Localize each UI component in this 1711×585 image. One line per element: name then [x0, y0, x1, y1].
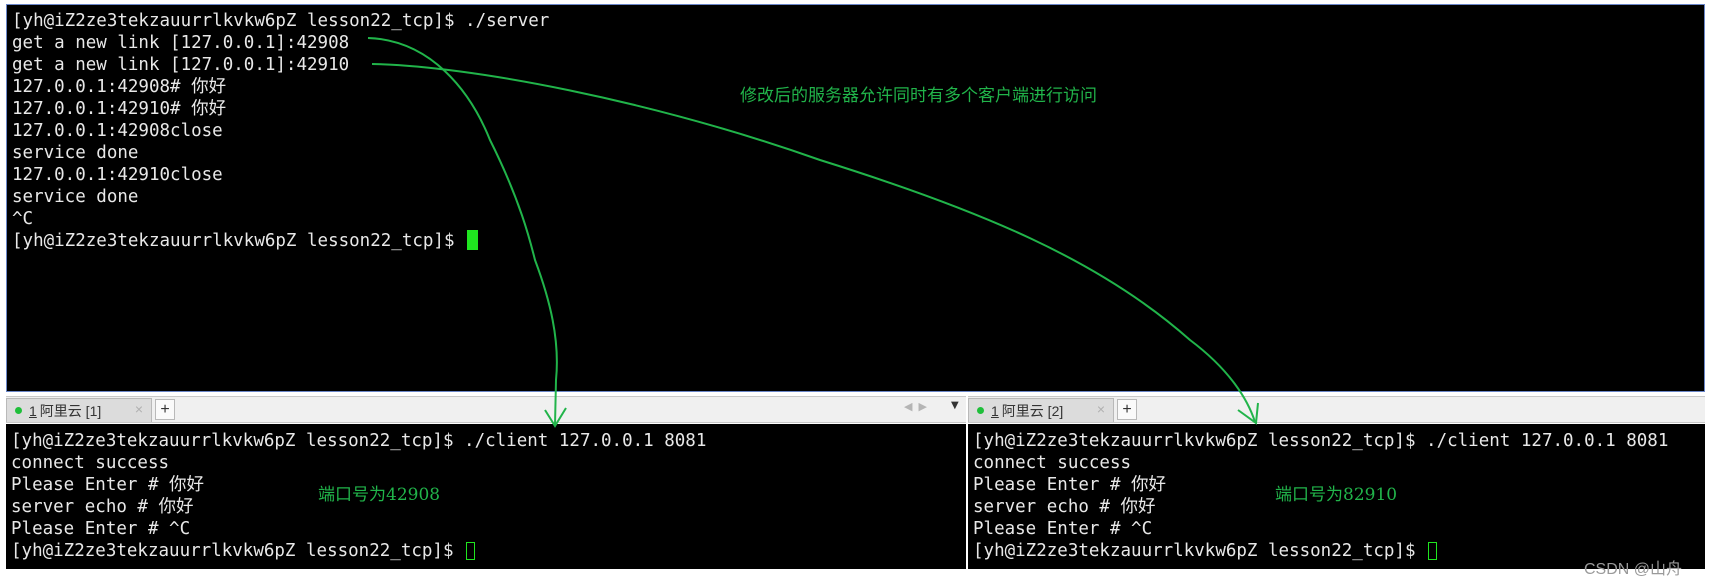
terminal-line: Please Enter # ^C [11, 519, 191, 539]
terminal-line: 127.0.0.1:42908close [12, 121, 223, 141]
tab-number: 1 [29, 402, 37, 419]
right-tab-bar: 1 阿里云 [2] × + [968, 396, 1705, 423]
terminal-line: [yh@iZ2ze3tekzauurrlkvkw6pZ lesson22_tcp… [11, 431, 707, 451]
terminal-cursor [467, 230, 479, 250]
terminal-line: [yh@iZ2ze3tekzauurrlkvkw6pZ lesson22_tcp… [973, 431, 1669, 451]
terminal-line: Please Enter # ^C [973, 519, 1153, 539]
tab-scroll-arrows: ◀ ▶ [904, 400, 933, 413]
new-tab-button[interactable]: + [1117, 399, 1137, 420]
terminal-line: connect success [11, 453, 170, 473]
prompt-line: [yh@iZ2ze3tekzauurrlkvkw6pZ lesson22_tcp… [11, 540, 966, 562]
terminal-line: Please Enter # 你好 [11, 475, 205, 495]
terminal-line: server echo # 你好 [11, 497, 194, 517]
terminal-line: service done [12, 187, 139, 207]
tab-aliyun-1[interactable]: 1 阿里云 [1] × [6, 398, 152, 422]
connection-status-icon [15, 407, 22, 414]
close-tab-icon[interactable]: × [1097, 401, 1105, 417]
left-tab-bar: 1 阿里云 [1] × + ◀ ▶ ▼ [6, 396, 966, 423]
terminal-line: get a new link [127.0.0.1]:42908 [12, 33, 350, 53]
prompt-text: [yh@iZ2ze3tekzauurrlkvkw6pZ lesson22_tcp… [11, 541, 465, 561]
terminal-cursor [466, 542, 476, 560]
prompt-line: [yh@iZ2ze3tekzauurrlkvkw6pZ lesson22_tcp… [12, 230, 1704, 252]
tab-aliyun-2[interactable]: 1 阿里云 [2] × [968, 398, 1114, 422]
tab-label: 阿里云 [1] [39, 402, 102, 419]
client-terminal-1[interactable]: [yh@iZ2ze3tekzauurrlkvkw6pZ lesson22_tcp… [6, 424, 966, 569]
terminal-line: 127.0.0.1:42910close [12, 165, 223, 185]
terminal-line: ^C [12, 209, 34, 229]
server-terminal[interactable]: [yh@iZ2ze3tekzauurrlkvkw6pZ lesson22_tcp… [6, 4, 1705, 392]
terminal-line: get a new link [127.0.0.1]:42910 [12, 55, 350, 75]
terminal-line: connect success [973, 453, 1132, 473]
prompt-text: [yh@iZ2ze3tekzauurrlkvkw6pZ lesson22_tcp… [973, 541, 1427, 561]
terminal-line: [yh@iZ2ze3tekzauurrlkvkw6pZ lesson22_tcp… [12, 11, 550, 31]
connection-status-icon [977, 407, 984, 414]
terminal-line: service done [12, 143, 139, 163]
main-annotation: 修改后的服务器允许同时有多个客户端进行访问 [740, 86, 1097, 106]
watermark: CSDN @山舟 [1584, 561, 1683, 578]
tab-number: 1 [991, 402, 999, 419]
left-port-annotation: 端口号为42908 [318, 485, 441, 505]
scroll-left-icon[interactable]: ◀ [904, 400, 912, 413]
close-tab-icon[interactable]: × [135, 401, 143, 417]
tab-label: 阿里云 [2] [1001, 402, 1064, 419]
prompt-text: [yh@iZ2ze3tekzauurrlkvkw6pZ lesson22_tcp… [12, 231, 466, 251]
right-port-annotation: 端口号为82910 [1275, 485, 1398, 505]
terminal-cursor [1428, 542, 1438, 560]
tab-list-dropdown-icon[interactable]: ▼ [951, 400, 959, 411]
new-tab-button[interactable]: + [155, 399, 175, 420]
scroll-right-icon[interactable]: ▶ [918, 400, 926, 413]
